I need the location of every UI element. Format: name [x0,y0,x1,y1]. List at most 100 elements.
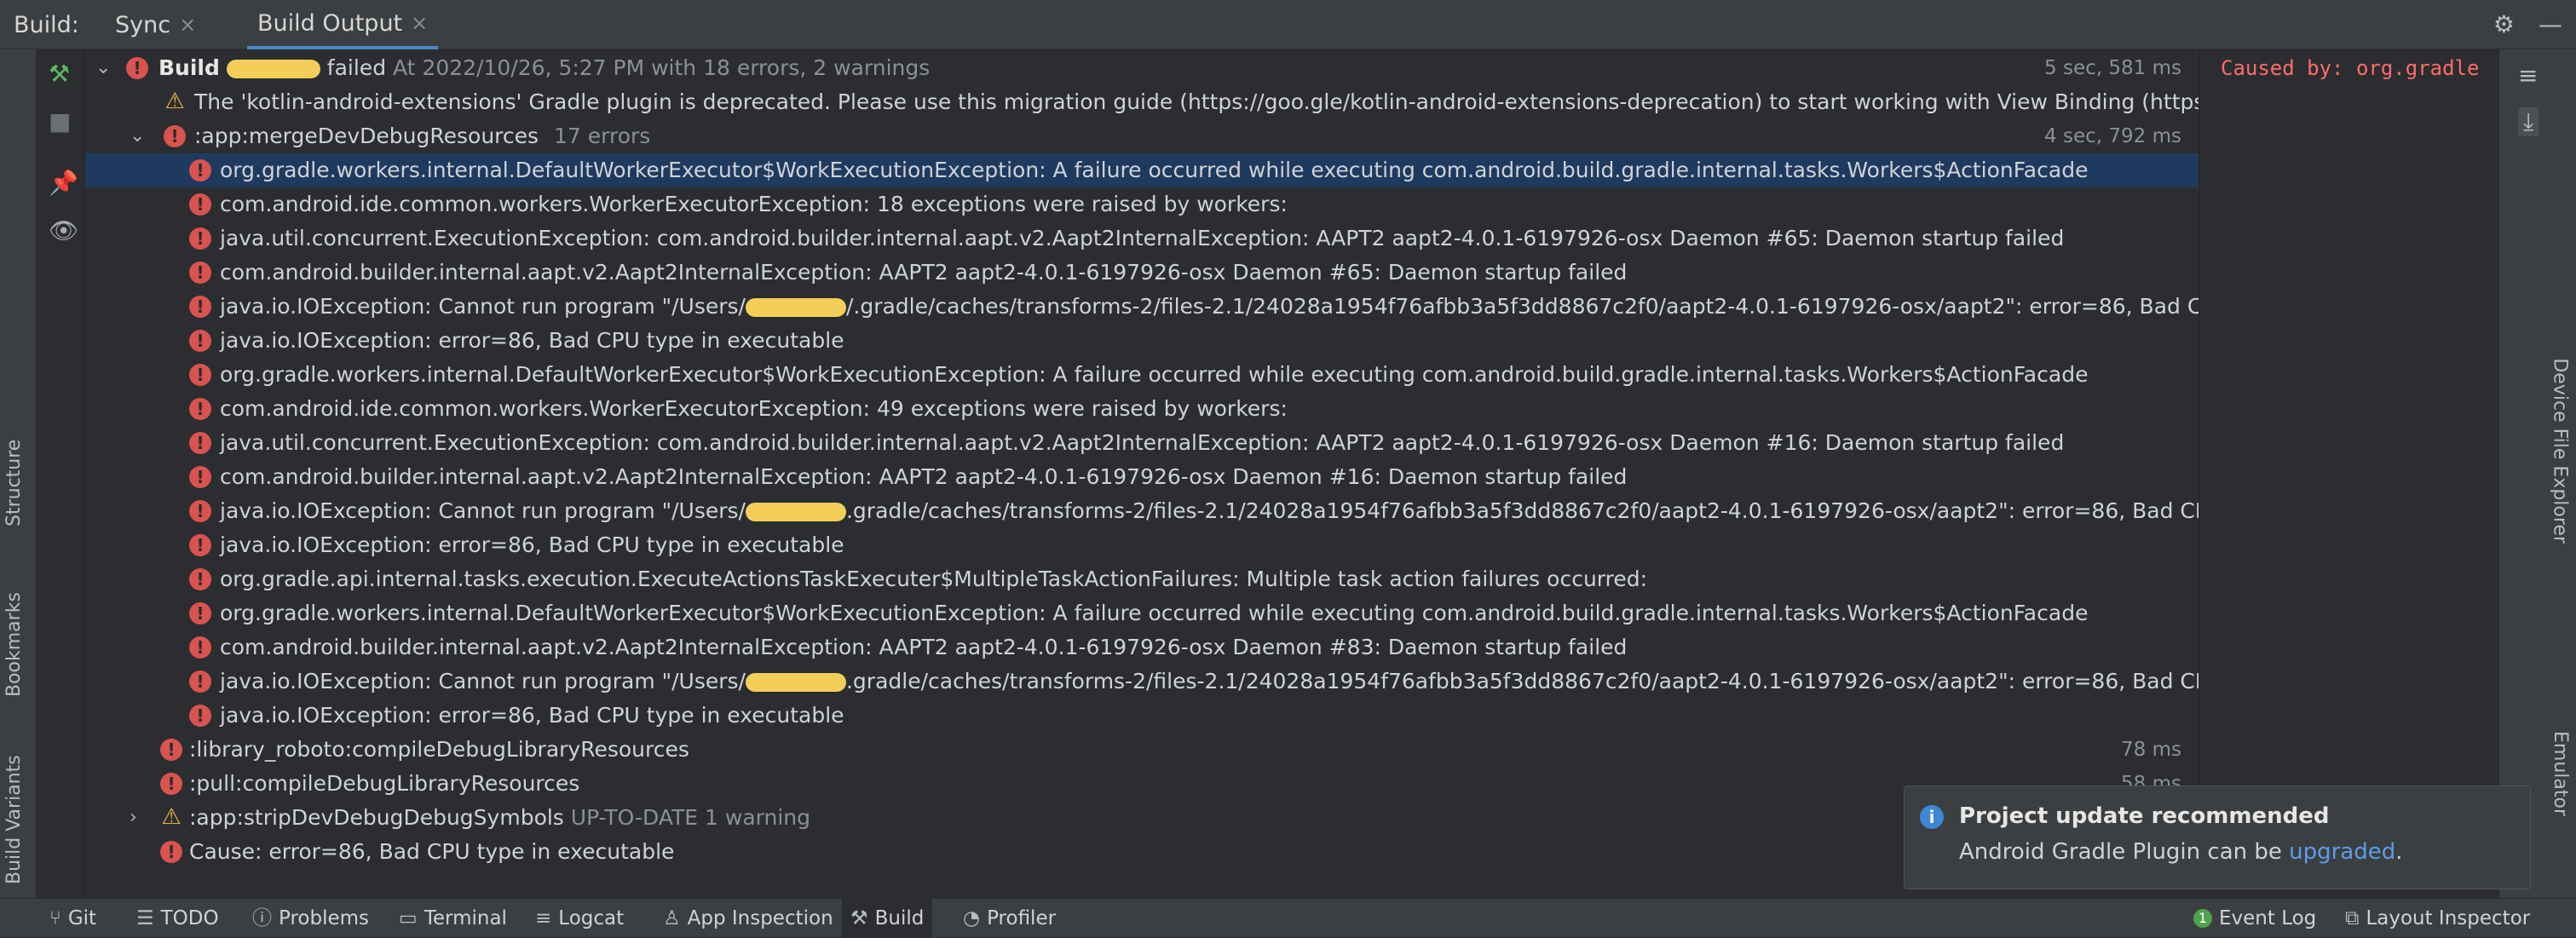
close-icon[interactable]: × [179,13,196,37]
device-file-explorer-tool-button[interactable]: Device File Explorer [2550,358,2571,544]
task-time: 78 ms [2121,739,2181,761]
notification-title: Project update recommended [1959,803,2330,829]
error-icon: ! [189,364,211,386]
tree-row-deprecation-warning[interactable]: ⚠ The 'kotlin-android-extensions' Gradle… [85,85,2199,119]
panel-label: Build: [14,12,79,38]
build-label: Build [158,55,220,80]
tree-row-error[interactable]: ! com.android.builder.internal.aapt.v2.Aa… [85,256,2199,290]
error-icon: ! [160,841,182,863]
todo-tool-button[interactable]: ☰ TODO [136,899,219,938]
error-icon: ! [189,159,211,181]
error-text: java.io.IOException: Cannot run program … [220,290,2199,324]
tree-row-strip-task[interactable]: › ⚠ :app:stripDevDebugDebugSymbols UP-TO… [85,801,2199,835]
logcat-tool-button[interactable]: ≡ Logcat [535,899,624,938]
notification-body: Android Gradle Plugin can be upgraded. [1959,839,2403,865]
tree-row-error[interactable]: ! java.io.IOException: Cannot run program… [85,290,2199,324]
upgrade-link[interactable]: upgraded [2289,839,2395,865]
warning-icon: ⚠ [161,804,182,830]
task-name: :app:mergeDevDebugResources [194,124,539,148]
tree-row-error[interactable]: ! com.android.ide.common.workers.WorkerEx… [85,187,2199,222]
build-variants-tool-button[interactable]: Build Variants [3,755,25,884]
terminal-tool-button[interactable]: ▭ Terminal [399,899,507,938]
error-icon: ! [189,466,211,488]
error-icon: ! [189,432,211,454]
event-log-badge: 1 [2193,909,2212,928]
error-icon: ! [189,500,211,522]
tree-row-error[interactable]: ! com.android.builder.internal.aapt.v2.Aa… [85,460,2199,494]
error-text: java.io.IOException: Cannot run program … [220,665,2199,699]
pin-icon[interactable]: 📌 [49,169,78,197]
app-inspection-tool-button[interactable]: ♙ App Inspection [663,899,833,938]
tree-row-build-status[interactable]: ⌄ ! Build failed At 2022/10/26, 5:27 PM … [85,51,2199,85]
error-text-part: java.io.IOException: Cannot run program … [220,294,746,319]
tool-label: Profiler [987,907,1057,929]
git-branch-icon: ⑂ [49,907,61,929]
tree-row-error[interactable]: ! com.android.builder.internal.aapt.v2.Aa… [85,630,2199,665]
gear-icon[interactable]: ⚙ [2493,10,2515,38]
structure-tool-button[interactable]: Structure [3,440,25,527]
scroll-to-end-icon[interactable]: ⤓ [2518,107,2539,136]
build-console[interactable]: Caused by: org.gradle [2199,49,2498,898]
build-toolbar: ⚒ ■ 📌 👁 [37,49,85,898]
build-tool-button[interactable]: ⚒ Build [842,899,933,938]
profiler-tool-button[interactable]: ◔ Profiler [963,899,1056,938]
tree-row-error[interactable]: ! org.gradle.workers.internal.DefaultWork… [85,153,2199,187]
stop-icon[interactable]: ■ [49,107,71,135]
build-time: 5 sec, 581 ms [2044,57,2181,79]
event-log-button[interactable]: 1 Event Log [2193,899,2316,938]
error-text: org.gradle.workers.internal.DefaultWorke… [220,362,2089,387]
task-time: 4 sec, 792 ms [2044,125,2181,147]
minimize-icon[interactable]: — [2539,10,2562,38]
tree-row-error[interactable]: ! java.io.IOException: error=86, Bad CPU … [85,699,2199,733]
error-icon: ! [189,636,211,659]
project-update-notification[interactable]: i Project update recommended Android Gra… [1904,786,2531,889]
tree-row-cause[interactable]: ! Cause: error=86, Bad CPU type in execu… [85,835,2199,869]
tree-row-error[interactable]: ! com.android.ide.common.workers.WorkerEx… [85,392,2199,426]
tree-row-library-task[interactable]: ! :library_roboto:compileDebugLibraryRes… [85,733,2199,767]
tool-label: Problems [279,907,370,929]
bookmarks-tool-button[interactable]: Bookmarks [3,592,25,697]
tree-row-merge-task[interactable]: ⌄ ! :app:mergeDevDebugResources 17 error… [85,119,2199,153]
error-text: java.io.IOException: Cannot run program … [220,494,2199,528]
tree-row-error[interactable]: ! java.io.IOException: error=86, Bad CPU … [85,324,2199,358]
layout-inspector-icon: ⧉ [2345,907,2360,929]
tool-label: Terminal [424,907,507,929]
chevron-down-icon[interactable]: ⌄ [130,119,147,153]
git-tool-button[interactable]: ⑂ Git [49,899,96,938]
tab-sync[interactable]: Sync × [115,0,196,49]
error-icon: ! [164,125,186,147]
tab-build-output[interactable]: Build Output × [247,0,439,49]
error-text: com.android.builder.internal.aapt.v2.Aap… [220,635,1628,659]
error-text: java.io.IOException: error=86, Bad CPU t… [220,703,844,728]
tree-row-error[interactable]: ! org.gradle.workers.internal.DefaultWork… [85,596,2199,630]
error-icon: ! [189,193,211,216]
redacted-mark [745,298,846,317]
task-name: :library_roboto:compileDebugLibraryResou… [189,737,689,762]
tree-row-pull-task[interactable]: ! :pull:compileDebugLibraryResources 58 … [85,767,2199,801]
logcat-icon: ≡ [535,907,552,929]
console-line: Caused by: org.gradle [2221,56,2480,80]
tree-row-error[interactable]: ! java.util.concurrent.ExecutionException… [85,222,2199,256]
problems-tool-button[interactable]: ⓘ Problems [252,899,369,938]
error-text-part: .gradle/caches/transforms-2/files-2.1/24… [845,498,2199,523]
hammer-icon[interactable]: ⚒ [49,60,70,88]
tree-row-error[interactable]: ! org.gradle.api.internal.tasks.execution… [85,562,2199,596]
tree-row-error[interactable]: ! org.gradle.workers.internal.DefaultWork… [85,358,2199,392]
build-details: At 2022/10/26, 5:27 PM with 18 errors, 2… [393,55,931,80]
notification-body-suffix: . [2395,839,2403,865]
tree-row-error[interactable]: ! java.util.concurrent.ExecutionException… [85,426,2199,460]
error-icon: ! [160,739,182,761]
tool-label: App Inspection [687,907,833,929]
eye-icon[interactable]: 👁 [49,216,79,245]
emulator-tool-button[interactable]: Emulator [2550,731,2571,816]
error-text: com.android.builder.internal.aapt.v2.Aap… [220,260,1628,285]
layout-inspector-button[interactable]: ⧉ Layout Inspector [2345,899,2530,938]
soft-wrap-icon[interactable]: ≡ [2518,61,2538,89]
close-icon[interactable]: × [411,11,428,35]
chevron-down-icon[interactable]: ⌄ [95,51,112,85]
chevron-right-icon[interactable]: › [130,801,147,835]
tree-row-error[interactable]: ! java.io.IOException: error=86, Bad CPU … [85,528,2199,562]
error-text-part: /.gradle/caches/transforms-2/files-2.1/2… [845,294,2199,319]
tree-row-error[interactable]: ! java.io.IOException: Cannot run program… [85,494,2199,528]
tree-row-error[interactable]: ! java.io.IOException: Cannot run program… [85,665,2199,699]
